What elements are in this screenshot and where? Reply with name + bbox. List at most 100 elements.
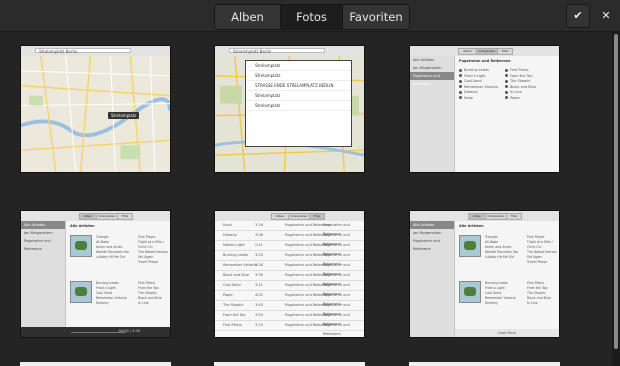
track-title: Nuke [464, 95, 473, 100]
scrollbar-thumb[interactable] [614, 34, 618, 349]
load-more-button: Load More [455, 329, 559, 337]
album-cover [459, 235, 481, 257]
track-title: Dreamy [464, 90, 478, 94]
mini-tab: Titel [117, 213, 133, 220]
photo-thumbnail-partial[interactable] [20, 362, 171, 366]
map-view: Strelamplatz [21, 56, 170, 172]
song-row: Dreamy 3:06 Pugstrahm und Reiberone Pugstra… [215, 231, 364, 246]
search-result-item[interactable]: STRASSE ENDE STRELAMPLATZ BERLIN [246, 81, 351, 91]
photo-thumbnail[interactable]: Alben Interpreten Titel Alle Artisten Ja… [409, 210, 560, 338]
mini-track-list: Triangle Ali Babe Amen and Amen Wealth M… [96, 235, 129, 260]
song-title: Mattes Light [223, 243, 245, 247]
song-duration: 3:38 [255, 273, 263, 277]
sidebar-item: Alle Artisten [21, 221, 65, 229]
album-cover [70, 235, 92, 257]
song-title: Dreamy [223, 233, 237, 237]
track-title: Flight at a Mile / Chrie Cin [138, 240, 164, 249]
song-row: Nuck 3:16 Pugstrahm und Reiberone Pugstrahm… [215, 221, 364, 236]
tab-photos[interactable]: Fotos [281, 5, 343, 29]
photo-thumbnail-partial[interactable] [214, 362, 365, 366]
photo-thumbnail[interactable]: Alben Interpreten Titel Alle Artisten Ja… [20, 210, 171, 338]
search-results-popover: Strelamplatz Strelamplatz STRASSE ENDE S… [245, 60, 352, 147]
song-row: Mattes Light 2:41 Pugstrahm und Reiberone P… [215, 241, 364, 256]
mini-content: Pugstrahm und Reiberone Burning Leads Fr… [455, 56, 559, 172]
mini-sidebar: Alle Artisten Jan Morgenstern Pugstrahm … [410, 221, 455, 337]
mini-title: Alle Artisten [70, 224, 95, 228]
sidebar-item: Pugstrahm und Reiberone [24, 239, 51, 251]
header-bar: Alben Fotos Favoriten ✔ ✕ [0, 0, 620, 32]
track-title: In Line [527, 301, 538, 305]
song-row: Cool Sand 3:11 Pugstrahm und Reiberone Pugs… [215, 281, 364, 296]
song-duration: 3:20 [255, 253, 263, 257]
sidebar-item: Pugstrahm und Reiberone [410, 72, 454, 86]
album-cover [70, 281, 92, 303]
mini-tab: Interpreten [485, 213, 507, 220]
song-duration: 3:06 [255, 233, 263, 237]
mini-sidebar: Alle Artisten Jan Morgenstern Pugstrahm … [21, 221, 66, 327]
song-title: Cool Sand [223, 283, 241, 287]
song-duration: 3:15 [255, 323, 263, 327]
song-duration: 4:02 [255, 293, 263, 297]
song-row: The Skeptic 3:45 Pugstrahm und Reiberone Pu… [215, 301, 364, 316]
sidebar-item: Pugstrahm und Reiberone [413, 239, 440, 251]
track-title: Burning Leads [464, 68, 489, 72]
photo-thumbnail-partial[interactable] [409, 362, 560, 366]
song-duration: 3:26 [255, 263, 263, 267]
checkmark-icon: ✔ [573, 9, 583, 22]
mini-tab: Alben [468, 213, 486, 220]
mini-tab: Alben [458, 48, 477, 55]
song-album: Pugstrahm und Reiberone [323, 323, 350, 336]
mini-tab: Titel [497, 48, 513, 55]
view-switcher: Alben Fotos Favoriten [214, 4, 410, 30]
song-title: Nuck [223, 223, 232, 227]
song-row: Paper 4:02 Pugstrahm und Reiberone Pugstrah… [215, 291, 364, 306]
search-result-item[interactable]: Strelamplatz [246, 101, 351, 111]
mini-tab: Interpreten [476, 48, 498, 55]
photo-thumbnail[interactable]: Alben Interpreten Titel Nuck 3:16 Pugstrah… [214, 210, 365, 338]
tab-albums[interactable]: Alben [215, 5, 281, 29]
mini-title: Pugstrahm und Reiberone [459, 59, 511, 63]
track-title: Travel Phase [138, 260, 159, 264]
mini-tab: Titel [506, 213, 522, 220]
mini-tab: Alben [271, 213, 289, 220]
album-cover [459, 281, 481, 303]
mini-search-input: Strelamplatz Berlin [35, 48, 131, 54]
photo-thumbnail[interactable]: Alben Interpreten Titel Alle Artisten Ja… [409, 45, 560, 173]
scrollbar[interactable] [612, 32, 620, 366]
mini-tab: Alben [79, 213, 97, 220]
close-icon: ✕ [601, 9, 611, 22]
tab-favorites[interactable]: Favoriten [343, 5, 409, 29]
sidebar-item: Jan Morgenstern [413, 66, 442, 70]
search-result-item[interactable]: Strelamplatz [246, 91, 351, 101]
track-title: In Line [510, 90, 522, 94]
track-title: First Plains [510, 68, 529, 72]
song-duration: 3:50 [255, 313, 263, 317]
track-title: Remember Victoria [464, 84, 498, 89]
mini-track-list: First Plains From the Top The Skeptic Bl… [505, 68, 536, 101]
close-button[interactable]: ✕ [594, 4, 618, 28]
song-title: The Skeptic [223, 303, 244, 307]
mini-track-list: First Plains From the Top The Skeptic Bl… [527, 281, 551, 306]
track-title: Lullaby Hit Me Girl [485, 255, 515, 259]
mini-track-list: Burning Leads Fried a Light Cool Sand Re… [485, 281, 516, 306]
mini-content: Alle Artisten Triangle Ali Babe Amen and… [455, 221, 559, 337]
mini-track-list: First Plains From the Top The Skeptic Bl… [138, 281, 162, 306]
song-row: Black and Blue 3:38 Pugstrahm und Reiberon… [215, 271, 364, 286]
track-title: Dreamy [485, 301, 498, 305]
song-title: Burning Leads [223, 253, 248, 257]
map-marker-label: Strelamplatz [108, 112, 140, 119]
track-title: The Skeptic [510, 79, 531, 83]
mini-tab: Interpreten [96, 213, 118, 220]
song-duration: 3:11 [255, 283, 263, 287]
photo-thumbnail[interactable]: Strelamplatz Berlin Strelamplatz [20, 45, 171, 173]
mini-content: Alle Artisten Triangle Ali Babe Amen and… [66, 221, 170, 327]
search-result-item[interactable]: Strelamplatz [246, 71, 351, 81]
search-result-item[interactable]: Strelamplatz [246, 61, 351, 71]
photo-thumbnail[interactable]: Strelamplatz Berlin Strelamplatz Strelam… [214, 45, 365, 173]
track-title: From the Top [510, 73, 533, 78]
mini-sidebar: Alle Artisten Jan Morgenstern Pugstrahm … [410, 56, 455, 172]
confirm-button[interactable]: ✔ [566, 4, 590, 28]
song-row: From the Top 3:50 Pugstrahm und Reiberone P… [215, 311, 364, 326]
song-title: First Plains [223, 323, 242, 327]
track-title: Paper [510, 95, 520, 100]
